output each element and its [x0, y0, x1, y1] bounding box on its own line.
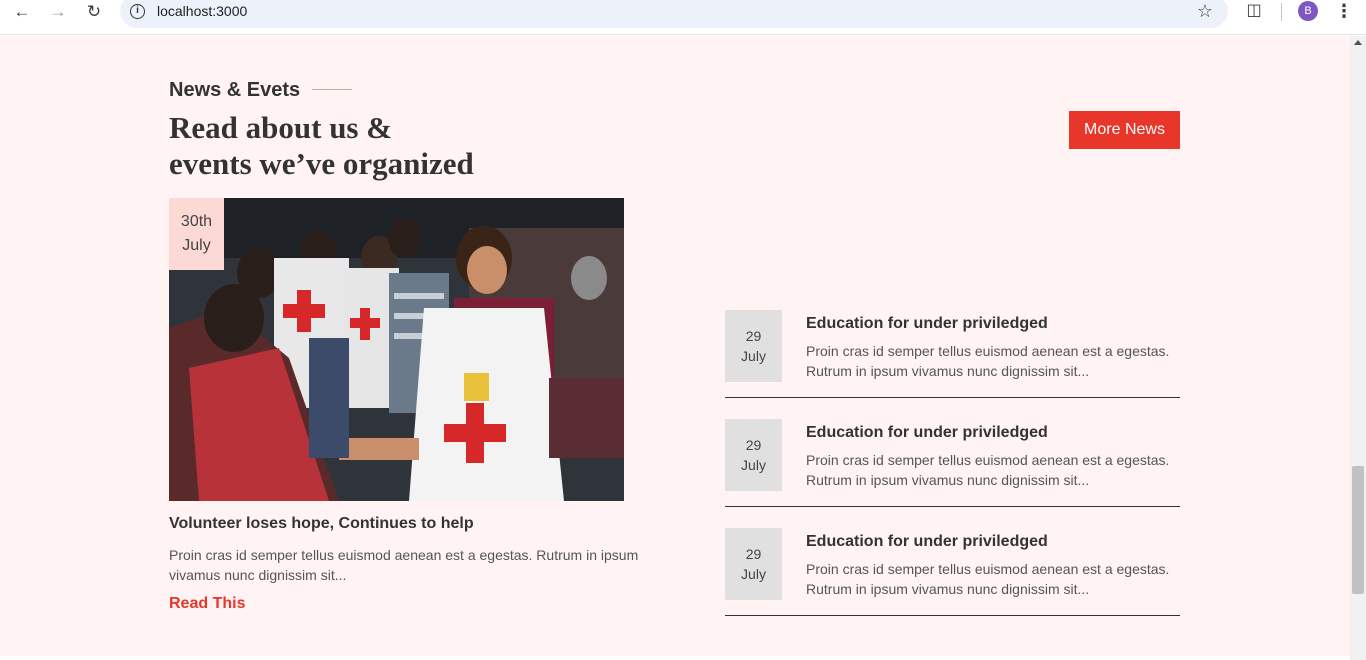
news-excerpt: Proin cras id semper tellus euismod aene…: [806, 561, 1170, 597]
news-excerpt: Proin cras id semper tellus euismod aene…: [806, 452, 1170, 488]
read-this-link[interactable]: Read This: [169, 595, 245, 613]
news-title[interactable]: Education for under priviledged: [806, 424, 1048, 442]
news-date-badge: 29 July: [725, 419, 782, 491]
news-list-item[interactable]: 29 July Education for under priviledged …: [725, 290, 1180, 398]
scrollbar-thumb[interactable]: [1352, 466, 1364, 594]
news-date-day: 29: [745, 328, 762, 344]
more-news-button[interactable]: More News: [1069, 111, 1180, 149]
vertical-scrollbar[interactable]: [1350, 36, 1366, 660]
news-title[interactable]: Education for under priviledged: [806, 315, 1048, 333]
url-text[interactable]: localhost:3000: [157, 3, 247, 19]
feature-photo-volunteers[interactable]: [169, 198, 624, 501]
feature-date-month: July: [182, 237, 211, 254]
section-eyebrow: News & Evets: [169, 79, 301, 101]
more-menu-icon[interactable]: ⋮: [1334, 0, 1354, 22]
browser-toolbar: ← → ↻ i localhost:3000 ☆ ◫ B ⋮: [0, 0, 1366, 35]
news-date-badge: 29 July: [725, 310, 782, 382]
forward-arrow-icon[interactable]: →: [47, 1, 69, 23]
heading-line-2: events we’ve organized: [169, 146, 474, 181]
address-bar[interactable]: i localhost:3000 ☆: [120, 0, 1228, 28]
news-date-month: July: [741, 457, 766, 473]
feature-date-day: 30th: [180, 213, 213, 230]
site-info-icon[interactable]: i: [130, 4, 145, 19]
reload-icon[interactable]: ↻: [83, 1, 105, 23]
bookmark-star-icon[interactable]: ☆: [1197, 2, 1213, 20]
back-arrow-icon[interactable]: ←: [11, 1, 33, 23]
feature-title[interactable]: Volunteer loses hope, Continues to help: [169, 515, 474, 533]
news-date-day: 29: [745, 437, 762, 453]
news-date-month: July: [741, 348, 766, 364]
heading-line-1: Read about us &: [169, 110, 393, 145]
news-date-badge: 29 July: [725, 528, 782, 600]
news-list-item[interactable]: 29 July Education for under priviledged …: [725, 508, 1180, 616]
profile-avatar[interactable]: B: [1298, 1, 1318, 21]
feature-excerpt: Proin cras id semper tellus euismod aene…: [169, 547, 639, 583]
eyebrow-divider: [312, 89, 352, 90]
scroll-up-arrow-icon[interactable]: [1354, 40, 1362, 45]
toolbar-divider: [1281, 3, 1282, 21]
news-date-month: July: [741, 566, 766, 582]
news-title[interactable]: Education for under priviledged: [806, 533, 1048, 551]
section-heading: Read about us & events we’ve organized: [169, 110, 529, 182]
news-date-day: 29: [745, 546, 762, 562]
page-bottom-edge: [0, 656, 1350, 660]
feature-date-badge: 30th July: [169, 198, 224, 270]
news-excerpt: Proin cras id semper tellus euismod aene…: [806, 343, 1170, 379]
extensions-puzzle-icon[interactable]: ◫: [1244, 1, 1264, 21]
news-list-item[interactable]: 29 July Education for under priviledged …: [725, 399, 1180, 507]
feature-photo-illustration: [169, 198, 624, 501]
news-events-section: News & Evets Read about us & events we’v…: [0, 36, 1350, 656]
